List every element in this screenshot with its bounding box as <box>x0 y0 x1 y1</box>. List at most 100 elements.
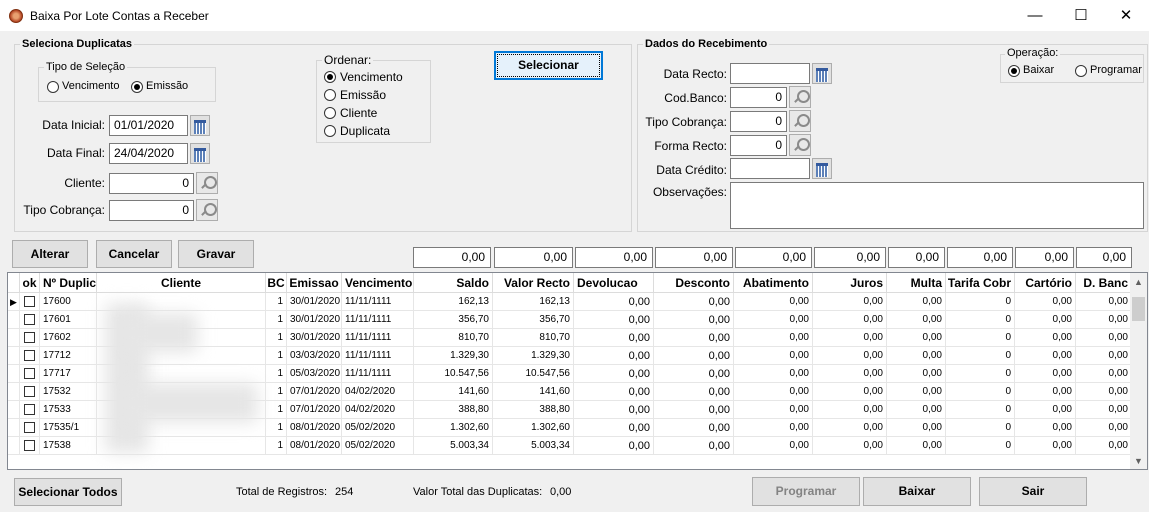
row-ok-checkbox[interactable] <box>20 311 40 329</box>
scroll-down-arrow-icon[interactable]: ▼ <box>1134 456 1143 466</box>
row-valor-recto[interactable]: 10.547,56 <box>493 365 574 383</box>
row-bc[interactable]: 1 <box>266 383 287 401</box>
tipo-cobranca-field[interactable]: 0 <box>109 200 194 221</box>
row-multa[interactable]: 0,00 <box>887 329 946 347</box>
row-tarifa-cobr[interactable]: 0 <box>946 347 1015 365</box>
row-cartorio[interactable]: 0,00 <box>1015 419 1076 437</box>
col-desconto[interactable]: Desconto <box>654 273 734 293</box>
cancelar-button[interactable]: Cancelar <box>96 240 172 268</box>
row-multa[interactable]: 0,00 <box>887 311 946 329</box>
row-desconto[interactable]: 0,00 <box>654 437 734 455</box>
row-desconto[interactable]: 0,00 <box>654 293 734 311</box>
data-final-calendar-icon[interactable] <box>190 143 210 164</box>
row-abatimento[interactable]: 0,00 <box>734 347 813 365</box>
row-desconto[interactable]: 0,00 <box>654 419 734 437</box>
col-emissao[interactable]: Emissao <box>287 273 342 293</box>
selecionar-button[interactable]: Selecionar <box>494 51 603 80</box>
cliente-field[interactable]: 0 <box>109 173 194 194</box>
col-n-duplic[interactable]: Nº Duplic <box>40 273 97 293</box>
row-vencimento[interactable]: 05/02/2020 <box>342 437 414 455</box>
data-credito-calendar-icon[interactable] <box>812 158 832 179</box>
row-devolucao[interactable]: 0,00 <box>574 329 654 347</box>
row-cartorio[interactable]: 0,00 <box>1015 311 1076 329</box>
row-emissao[interactable]: 08/01/2020 <box>287 437 342 455</box>
row-desconto[interactable]: 0,00 <box>654 329 734 347</box>
row-saldo[interactable]: 356,70 <box>414 311 493 329</box>
ordenar-vencimento-radio[interactable] <box>324 71 336 83</box>
row-n-duplic[interactable]: 17600 <box>40 293 97 311</box>
row-vencimento[interactable]: 11/11/1111 <box>342 347 414 365</box>
row-ok-checkbox[interactable] <box>20 293 40 311</box>
row-emissao[interactable]: 30/01/2020 <box>287 293 342 311</box>
col-abatimento[interactable]: Abatimento <box>734 273 813 293</box>
row-n-duplic[interactable]: 17601 <box>40 311 97 329</box>
row-bc[interactable]: 1 <box>266 401 287 419</box>
row-saldo[interactable]: 5.003,34 <box>414 437 493 455</box>
row-desconto[interactable]: 0,00 <box>654 311 734 329</box>
duplicatas-grid[interactable]: ok Nº Duplic Cliente BC Emissao Vencimen… <box>7 272 1148 470</box>
row-multa[interactable]: 0,00 <box>887 365 946 383</box>
row-bc[interactable]: 1 <box>266 365 287 383</box>
scroll-up-arrow-icon[interactable]: ▲ <box>1134 277 1143 287</box>
col-ok[interactable]: ok <box>20 273 40 293</box>
row-checkbox[interactable] <box>24 332 35 343</box>
row-multa[interactable]: 0,00 <box>887 293 946 311</box>
row-n-duplic[interactable]: 17533 <box>40 401 97 419</box>
row-juros[interactable]: 0,00 <box>813 365 887 383</box>
row-saldo[interactable]: 1.302,60 <box>414 419 493 437</box>
row-cartorio[interactable]: 0,00 <box>1015 293 1076 311</box>
row-desconto[interactable]: 0,00 <box>654 365 734 383</box>
row-emissao[interactable]: 07/01/2020 <box>287 383 342 401</box>
rec-tipo-cobranca-field[interactable]: 0 <box>730 111 787 132</box>
row-ok-checkbox[interactable] <box>20 347 40 365</box>
row-valor-recto[interactable]: 141,60 <box>493 383 574 401</box>
row-n-duplic[interactable]: 17532 <box>40 383 97 401</box>
row-multa[interactable]: 0,00 <box>887 347 946 365</box>
row-bc[interactable]: 1 <box>266 437 287 455</box>
row-devolucao[interactable]: 0,00 <box>574 293 654 311</box>
alterar-button[interactable]: Alterar <box>12 240 88 268</box>
col-vencimento[interactable]: Vencimento <box>342 273 414 293</box>
row-abatimento[interactable]: 0,00 <box>734 383 813 401</box>
row-devolucao[interactable]: 0,00 <box>574 365 654 383</box>
row-valor-recto[interactable]: 162,13 <box>493 293 574 311</box>
row-valor-recto[interactable]: 1.302,60 <box>493 419 574 437</box>
row-abatimento[interactable]: 0,00 <box>734 437 813 455</box>
row-d-banc[interactable]: 0,00 <box>1076 401 1132 419</box>
selecionar-todos-button[interactable]: Selecionar Todos <box>14 478 122 506</box>
gravar-button[interactable]: Gravar <box>178 240 254 268</box>
row-emissao[interactable]: 30/01/2020 <box>287 329 342 347</box>
row-devolucao[interactable]: 0,00 <box>574 347 654 365</box>
row-vencimento[interactable]: 11/11/1111 <box>342 293 414 311</box>
cod-banco-field[interactable]: 0 <box>730 87 787 108</box>
row-desconto[interactable]: 0,00 <box>654 383 734 401</box>
col-tarifa-cobr[interactable]: Tarifa Cobr <box>946 273 1015 293</box>
row-emissao[interactable]: 05/03/2020 <box>287 365 342 383</box>
row-ok-checkbox[interactable] <box>20 401 40 419</box>
row-tarifa-cobr[interactable]: 0 <box>946 311 1015 329</box>
row-juros[interactable]: 0,00 <box>813 347 887 365</box>
col-devolucao[interactable]: Devolucao <box>574 273 654 293</box>
row-juros[interactable]: 0,00 <box>813 329 887 347</box>
tipo-selecao-vencimento-radio[interactable] <box>47 81 59 93</box>
row-bc[interactable]: 1 <box>266 347 287 365</box>
col-juros[interactable]: Juros <box>813 273 887 293</box>
row-d-banc[interactable]: 0,00 <box>1076 383 1132 401</box>
row-ok-checkbox[interactable] <box>20 437 40 455</box>
col-bc[interactable]: BC <box>266 273 287 293</box>
row-bc[interactable]: 1 <box>266 311 287 329</box>
row-cartorio[interactable]: 0,00 <box>1015 329 1076 347</box>
row-devolucao[interactable]: 0,00 <box>574 437 654 455</box>
row-saldo[interactable]: 810,70 <box>414 329 493 347</box>
row-vencimento[interactable]: 11/11/1111 <box>342 365 414 383</box>
row-devolucao[interactable]: 0,00 <box>574 311 654 329</box>
col-multa[interactable]: Multa <box>887 273 946 293</box>
row-valor-recto[interactable]: 5.003,34 <box>493 437 574 455</box>
row-ok-checkbox[interactable] <box>20 329 40 347</box>
row-saldo[interactable]: 388,80 <box>414 401 493 419</box>
row-d-banc[interactable]: 0,00 <box>1076 293 1132 311</box>
row-desconto[interactable]: 0,00 <box>654 347 734 365</box>
row-abatimento[interactable]: 0,00 <box>734 401 813 419</box>
row-valor-recto[interactable]: 388,80 <box>493 401 574 419</box>
cod-banco-search-icon[interactable] <box>789 86 811 108</box>
